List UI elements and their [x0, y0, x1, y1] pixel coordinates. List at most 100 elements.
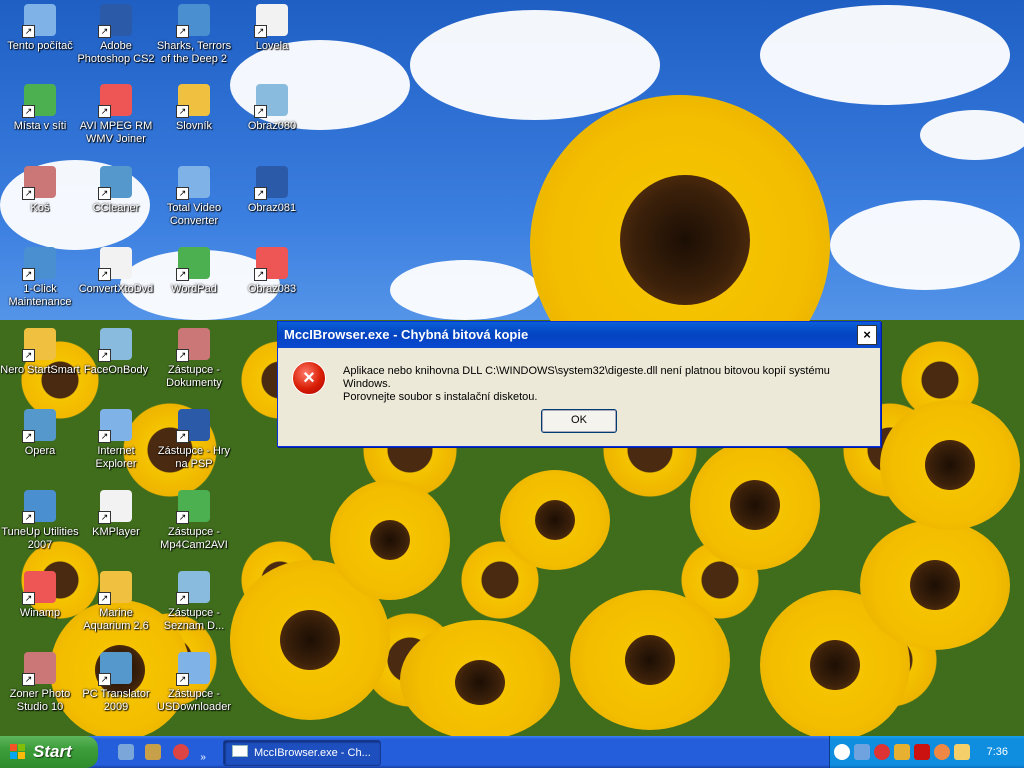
- desktop-icon[interactable]: ↗ Místa v síti: [0, 84, 80, 133]
- shortcut-arrow-icon: ↗: [176, 673, 189, 686]
- recycle-bin-icon: ↗: [22, 166, 56, 200]
- desktop-icon-label: Obraz083: [247, 283, 297, 295]
- desktop-icon[interactable]: ↗ Obraz083: [232, 247, 312, 296]
- desktop-icon[interactable]: ↗ 1-Click Maintenance: [0, 247, 80, 309]
- video-converter-icon: ↗: [176, 166, 210, 200]
- zoner-icon: ↗: [22, 652, 56, 686]
- desktop-icon[interactable]: ↗ Zástupce - USDownloader: [154, 652, 234, 714]
- shortcut-arrow-icon: ↗: [254, 105, 267, 118]
- dialog-titlebar[interactable]: MccIBrowser.exe - Chybná bitová kopie ×: [278, 322, 880, 348]
- shortcut-arrow-icon: ↗: [176, 105, 189, 118]
- photoshop-icon: ↗: [98, 4, 132, 38]
- desktop-icon-label: Zástupce - USDownloader: [157, 688, 231, 713]
- error-dialog: MccIBrowser.exe - Chybná bitová kopie × …: [277, 321, 881, 447]
- start-button[interactable]: Start: [0, 736, 98, 768]
- desktop-icon[interactable]: ↗ FaceOnBody: [76, 328, 156, 377]
- desktop-icon[interactable]: ↗ Slovník: [154, 84, 234, 133]
- desktop-icon[interactable]: ↗ Zástupce - Mp4Cam2AVI: [154, 490, 234, 552]
- desktop-icon-label: TuneUp Utilities 2007: [1, 526, 79, 551]
- shortcut-arrow-icon: ↗: [98, 349, 111, 362]
- desktop-icon[interactable]: ↗ KMPlayer: [76, 490, 156, 539]
- quick-launch-desktop-icon[interactable]: [118, 744, 134, 760]
- shortcut-arrow-icon: ↗: [98, 25, 111, 38]
- desktop-icon[interactable]: ↗ Zástupce - Seznam D...: [154, 571, 234, 633]
- image-file-icon: ↗: [254, 247, 288, 281]
- desktop-icon[interactable]: ↗ Total Video Converter: [154, 166, 234, 228]
- desktop-icon-label: Zástupce - Mp4Cam2AVI: [160, 526, 228, 551]
- desktop-icon-label: Obraz081: [247, 202, 297, 214]
- shortcut-arrow-icon: ↗: [22, 511, 35, 524]
- document-icon: ↗: [176, 409, 210, 443]
- desktop-icon[interactable]: ↗ Internet Explorer: [76, 409, 156, 471]
- downloader-icon: ↗: [176, 652, 210, 686]
- desktop-icon[interactable]: ↗ Obraz081: [232, 166, 312, 215]
- desktop-icon[interactable]: ↗ Winamp: [0, 571, 80, 620]
- system-tray: 7:36: [829, 736, 1024, 768]
- shortcut-arrow-icon: ↗: [22, 25, 35, 38]
- desktop-icon[interactable]: ↗ Obraz080: [232, 84, 312, 133]
- document-icon: ↗: [254, 4, 288, 38]
- desktop-icon[interactable]: ↗ Adobe Photoshop CS2: [76, 4, 156, 66]
- desktop-icon[interactable]: ↗ Koš: [0, 166, 80, 215]
- shortcut-arrow-icon: ↗: [176, 268, 189, 281]
- tray-speaker-icon[interactable]: [934, 744, 950, 760]
- desktop-icon-label: Internet Explorer: [95, 445, 137, 470]
- shortcut-arrow-icon: ↗: [254, 187, 267, 200]
- desktop-icon[interactable]: ↗ Opera: [0, 409, 80, 458]
- shortcut-arrow-icon: ↗: [176, 187, 189, 200]
- desktop-icon[interactable]: ↗ Tento počítač: [0, 4, 80, 53]
- quick-launch-media-icon[interactable]: [172, 744, 189, 760]
- tuneup-icon: ↗: [22, 490, 56, 524]
- desktop-icon[interactable]: ↗ TuneUp Utilities 2007: [0, 490, 80, 552]
- tray-media-icon[interactable]: [894, 744, 910, 760]
- desktop-icon[interactable]: ↗ Marine Aquarium 2.6: [76, 571, 156, 633]
- desktop-icon-label: AVI MPEG RM WMV Joiner: [79, 120, 153, 145]
- tray-network-icon[interactable]: [854, 744, 870, 760]
- desktop-icon[interactable]: ↗ ConvertXtoDvd: [76, 247, 156, 296]
- quick-launch-more-icon[interactable]: »: [200, 752, 208, 768]
- shortcut-arrow-icon: ↗: [176, 511, 189, 524]
- camera-icon: ↗: [176, 490, 210, 524]
- desktop-icon[interactable]: ↗ Zoner Photo Studio 10: [0, 652, 80, 714]
- desktop-icon[interactable]: ↗ Zástupce - Hry na PSP: [154, 409, 234, 471]
- desktop-icon[interactable]: ↗ Sharks, Terrors of the Deep 2: [154, 4, 234, 66]
- desktop-icon[interactable]: ↗ WordPad: [154, 247, 234, 296]
- desktop-icon-label: Total Video Converter: [166, 202, 222, 227]
- desktop-icon-label: Tento počítač: [7, 40, 73, 52]
- face-icon: ↗: [98, 328, 132, 362]
- error-message-line2: Porovnejte soubor s instalační disketou.: [343, 391, 538, 403]
- tray-antivirus-icon[interactable]: [874, 744, 890, 760]
- quick-launch-network-icon[interactable]: [145, 744, 162, 760]
- desktop-icon[interactable]: ↗ CCleaner: [76, 166, 156, 215]
- desktop-icon-label: 1-Click Maintenance: [8, 283, 72, 308]
- desktop-icon-label: Marine Aquarium 2.6: [83, 607, 149, 632]
- tray-mail-icon[interactable]: [954, 744, 970, 760]
- quick-launch: »: [118, 744, 215, 768]
- taskbar: Start » MccIBrowser.exe - Ch... 7:36: [0, 736, 1024, 768]
- desktop-icon-label: Winamp: [19, 607, 61, 619]
- winamp-icon: ↗: [22, 571, 56, 605]
- taskbar-button-mccibrowser[interactable]: MccIBrowser.exe - Ch...: [223, 740, 381, 766]
- window-icon: [232, 745, 248, 757]
- shortcut-arrow-icon: ↗: [176, 25, 189, 38]
- desktop-icon[interactable]: ↗ Lovela: [232, 4, 312, 53]
- shortcut-arrow-icon: ↗: [176, 430, 189, 443]
- dvd-converter-icon: ↗: [98, 247, 132, 281]
- shortcut-arrow-icon: ↗: [22, 268, 35, 281]
- tray-expand-icon[interactable]: [834, 744, 850, 760]
- shortcut-arrow-icon: ↗: [22, 187, 35, 200]
- desktop-icon-label: Sharks, Terrors of the Deep 2: [156, 40, 232, 65]
- desktop-icon-label: CCleaner: [92, 202, 140, 214]
- desktop-icon-label: Nero StartSmart: [0, 364, 80, 376]
- clock[interactable]: 7:36: [987, 736, 1008, 768]
- desktop-icon[interactable]: ↗ Nero StartSmart: [0, 328, 80, 377]
- ccleaner-icon: ↗: [98, 166, 132, 200]
- dialog-title: MccIBrowser.exe - Chybná bitová kopie: [284, 327, 529, 342]
- close-icon[interactable]: ×: [857, 325, 877, 345]
- video-joiner-icon: ↗: [98, 84, 132, 118]
- ok-button[interactable]: OK: [541, 409, 617, 433]
- desktop-icon[interactable]: ↗ Zástupce - Dokumenty: [154, 328, 234, 390]
- tray-ati-icon[interactable]: [914, 744, 930, 760]
- desktop-icon[interactable]: ↗ AVI MPEG RM WMV Joiner: [76, 84, 156, 146]
- desktop-icon[interactable]: ↗ PC Translator 2009: [76, 652, 156, 714]
